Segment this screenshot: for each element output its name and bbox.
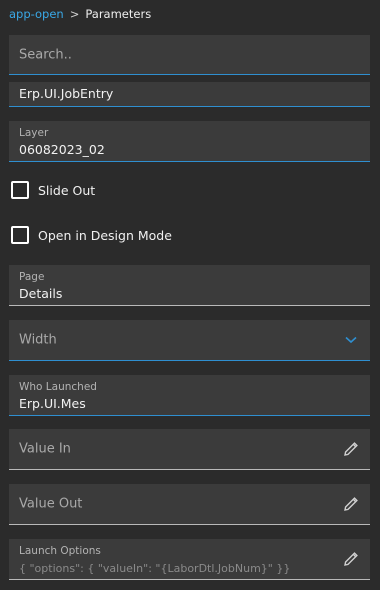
pencil-icon[interactable] xyxy=(342,550,360,568)
pencil-icon[interactable] xyxy=(342,440,360,458)
value-out-field[interactable]: Value Out xyxy=(9,484,370,525)
breadcrumb-current: Parameters xyxy=(85,7,152,21)
who-launched-value: Erp.UI.Mes xyxy=(19,396,86,411)
launch-options-label: Launch Options xyxy=(19,545,101,557)
slide-out-checkbox[interactable] xyxy=(11,181,29,199)
slide-out-option[interactable]: Slide Out xyxy=(11,181,95,199)
breadcrumb-parent-link[interactable]: app-open xyxy=(9,7,64,21)
width-placeholder: Width xyxy=(19,332,57,348)
design-mode-checkbox[interactable] xyxy=(11,226,29,244)
search-input[interactable]: Search.. xyxy=(9,35,370,75)
page-label: Page xyxy=(19,271,45,283)
value-in-field[interactable]: Value In xyxy=(9,429,370,470)
launch-options-preview: { "options": { "valueIn": "{LaborDtl.Job… xyxy=(19,562,291,575)
launch-options-field[interactable]: Launch Options { "options": { "valueIn":… xyxy=(9,539,370,580)
pencil-icon[interactable] xyxy=(342,495,360,513)
breadcrumb: app-open > Parameters xyxy=(9,7,151,21)
who-launched-label: Who Launched xyxy=(19,381,97,393)
slide-out-label: Slide Out xyxy=(38,182,96,198)
page-field[interactable]: Page Details xyxy=(9,265,370,306)
width-dropdown[interactable]: Width xyxy=(9,320,370,361)
search-placeholder: Search.. xyxy=(19,47,72,62)
clipped-field-value: Erp.UI.JobEntry xyxy=(19,86,114,101)
page-value: Details xyxy=(19,286,63,301)
layer-field[interactable]: Layer 06082023_02 xyxy=(9,121,370,162)
layer-value: 06082023_02 xyxy=(19,142,105,157)
layer-label: Layer xyxy=(19,127,49,139)
chevron-down-icon[interactable] xyxy=(342,331,360,349)
design-mode-option[interactable]: Open in Design Mode xyxy=(11,226,172,244)
clipped-field[interactable]: Erp.UI.JobEntry xyxy=(9,82,370,107)
design-mode-label: Open in Design Mode xyxy=(38,227,172,243)
value-in-placeholder: Value In xyxy=(19,441,71,457)
who-launched-field[interactable]: Who Launched Erp.UI.Mes xyxy=(9,375,370,416)
value-out-placeholder: Value Out xyxy=(19,496,83,512)
breadcrumb-separator: > xyxy=(69,7,80,21)
